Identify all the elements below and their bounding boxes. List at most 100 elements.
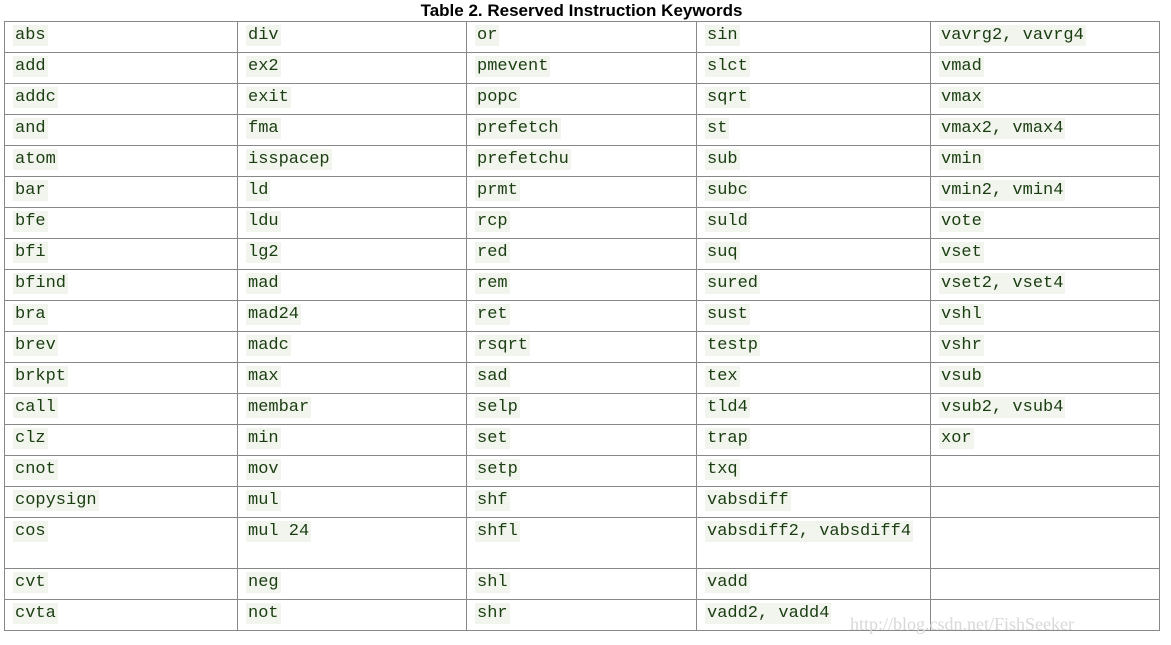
table-cell: shr — [466, 599, 697, 631]
table-row: cos mul 24 shfl vabsdiff2, vabsdiff4 — [4, 517, 1160, 569]
keyword: call — [13, 397, 58, 418]
keyword: vsub — [939, 366, 984, 387]
keyword: suld — [705, 211, 750, 232]
table-row: bfi lg2 red suq vset — [4, 238, 1160, 270]
table-cell: max — [237, 362, 467, 394]
keyword: vavrg2, vavrg4 — [939, 25, 1086, 46]
keyword: rem — [475, 273, 510, 294]
table-cell: slct — [696, 52, 931, 84]
keyword: div — [246, 25, 281, 46]
keyword: vote — [939, 211, 984, 232]
keyword: bra — [13, 304, 48, 325]
table-cell: ex2 — [237, 52, 467, 84]
table-cell: prefetchu — [466, 145, 697, 177]
keyword: prefetch — [475, 118, 561, 139]
keyword: prmt — [475, 180, 520, 201]
keyword: max — [246, 366, 281, 387]
keyword: fma — [246, 118, 281, 139]
table-cell: cvt — [4, 568, 238, 600]
table-cell: exit — [237, 83, 467, 115]
table-cell: subc — [696, 176, 931, 208]
keyword: vabsdiff2, vabsdiff4 — [705, 521, 914, 542]
table-cell: vshr — [930, 331, 1160, 363]
keyword: prefetchu — [475, 149, 571, 170]
table-row: and fma prefetch st vmax2, vmax4 — [4, 114, 1160, 146]
table-cell: or — [466, 21, 697, 53]
table-row: brev madc rsqrt testp vshr — [4, 331, 1160, 363]
keyword: neg — [246, 572, 281, 593]
keyword: cos — [13, 521, 48, 542]
table-cell: div — [237, 21, 467, 53]
table-cell: sin — [696, 21, 931, 53]
keyword: sad — [475, 366, 510, 387]
table-cell: pmevent — [466, 52, 697, 84]
table-cell: bar — [4, 176, 238, 208]
table-cell: vsub2, vsub4 — [930, 393, 1160, 425]
table-cell: rsqrt — [466, 331, 697, 363]
keyword: subc — [705, 180, 750, 201]
watermark: http://blog.csdn.net/FishSeeker — [850, 614, 1074, 634]
table-cell: cos — [4, 517, 238, 569]
keyword: red — [475, 242, 510, 263]
table-cell: ldu — [237, 207, 467, 239]
keyword: txq — [705, 459, 740, 480]
table-cell: xor — [930, 424, 1160, 456]
table-cell: vadd — [696, 568, 931, 600]
table-cell: vshl — [930, 300, 1160, 332]
keyword: sub — [705, 149, 740, 170]
table-row: bfind mad rem sured vset2, vset4 — [4, 269, 1160, 301]
table-caption: Table 2. Reserved Instruction Keywords — [420, 1, 743, 20]
table-cell: fma — [237, 114, 467, 146]
keyword: suq — [705, 242, 740, 263]
table-cell: clz — [4, 424, 238, 456]
table-cell: vset — [930, 238, 1160, 270]
keyword: ld — [246, 180, 271, 201]
table-cell: cvta — [4, 599, 238, 631]
table-cell: st — [696, 114, 931, 146]
keyword: vshl — [939, 304, 984, 325]
table-cell: vmax2, vmax4 — [930, 114, 1160, 146]
table-cell: and — [4, 114, 238, 146]
table-cell: ret — [466, 300, 697, 332]
table-cell: addc — [4, 83, 238, 115]
keyword: vset2, vset4 — [939, 273, 1066, 294]
table-cell: isspacep — [237, 145, 467, 177]
keyword: ret — [475, 304, 510, 325]
keyword: bfi — [13, 242, 48, 263]
table-cell: set — [466, 424, 697, 456]
keyword: cvt — [13, 572, 48, 593]
keyword: set — [475, 428, 510, 449]
keyword: clz — [13, 428, 48, 449]
table-cell: sqrt — [696, 83, 931, 115]
keyword: cnot — [13, 459, 58, 480]
table-cell: trap — [696, 424, 931, 456]
keyword: shr — [475, 603, 510, 624]
keyword: popc — [475, 87, 520, 108]
keyword: isspacep — [246, 149, 332, 170]
table-cell: vsub — [930, 362, 1160, 394]
table-cell: shfl — [466, 517, 697, 569]
keyword: vadd2, vadd4 — [705, 603, 832, 624]
table-cell: copysign — [4, 486, 238, 518]
table-cell: lg2 — [237, 238, 467, 270]
table-cell: neg — [237, 568, 467, 600]
table-cell: vavrg2, vavrg4 — [930, 21, 1160, 53]
keyword: abs — [13, 25, 48, 46]
keyword: sured — [705, 273, 761, 294]
table-cell — [930, 568, 1160, 600]
keyword: selp — [475, 397, 520, 418]
table-cell: mad — [237, 269, 467, 301]
table-cell: call — [4, 393, 238, 425]
table-row: addc exit popc sqrt vmax — [4, 83, 1160, 115]
table-cell: brev — [4, 331, 238, 363]
keyword: rcp — [475, 211, 510, 232]
keyword: vmax2, vmax4 — [939, 118, 1066, 139]
keyword: shfl — [475, 521, 520, 542]
keyword: bfe — [13, 211, 48, 232]
table-cell: vmax — [930, 83, 1160, 115]
table-cell: mul 24 — [237, 517, 467, 569]
keyword: madc — [246, 335, 291, 356]
keyword: addc — [13, 87, 58, 108]
table-row: add ex2 pmevent slct vmad — [4, 52, 1160, 84]
keyword: vmax — [939, 87, 984, 108]
